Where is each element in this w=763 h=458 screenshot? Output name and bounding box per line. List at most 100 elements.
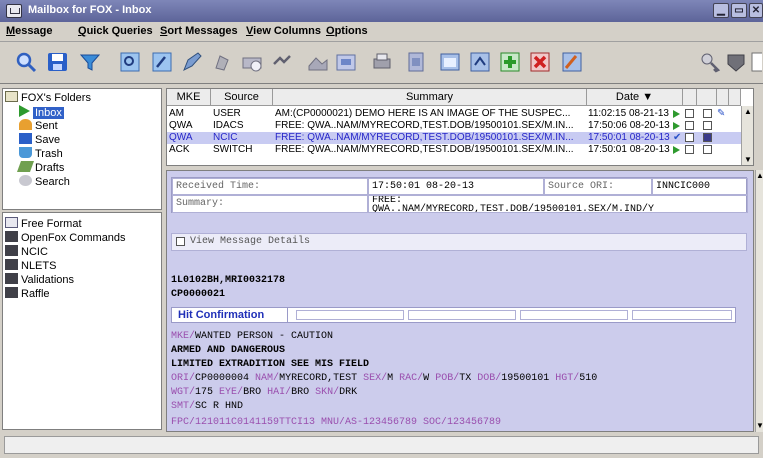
- field-value: BRO: [243, 387, 262, 398]
- key-icon[interactable]: [698, 50, 722, 74]
- print-icon[interactable]: [240, 50, 264, 74]
- row-checkbox[interactable]: [685, 109, 694, 118]
- row-checkbox[interactable]: [703, 145, 712, 154]
- hit-confirmation-button[interactable]: Hit Confirmation: [172, 308, 288, 322]
- folder-save[interactable]: Save: [19, 133, 60, 147]
- row-checkbox[interactable]: [685, 121, 694, 130]
- field-value: DRK: [339, 387, 358, 398]
- pen-icon[interactable]: [210, 50, 234, 74]
- received-value: 17:50:01 08-20-13: [368, 178, 544, 195]
- shield-icon[interactable]: [724, 50, 748, 74]
- table-row[interactable]: ACK SWITCH FREE: QWA..NAM/MYRECORD,TEST.…: [167, 144, 753, 156]
- field-tag: HAI/: [267, 387, 292, 398]
- view-icon[interactable]: [118, 50, 142, 74]
- cell-mke: QWA: [169, 120, 193, 131]
- menu-message[interactable]: Message: [6, 25, 52, 37]
- folder-sent[interactable]: Sent: [19, 119, 58, 133]
- folder-inbox[interactable]: Inbox: [19, 105, 64, 119]
- row-checkbox[interactable]: [685, 145, 694, 154]
- hit-field: [520, 310, 628, 320]
- search-icon[interactable]: [14, 50, 38, 74]
- status-arrow-icon: [673, 122, 680, 130]
- maximize-button[interactable]: ▭: [731, 3, 747, 18]
- column-extra-1[interactable]: [683, 89, 697, 106]
- tree-openfox-commands[interactable]: OpenFox Commands: [5, 231, 126, 245]
- tree-ncic[interactable]: NCIC: [5, 245, 48, 259]
- form-icon: [5, 217, 18, 228]
- detail-scrollbar[interactable]: ▲ ▼: [755, 170, 763, 432]
- summary-value: FREE: QWA..NAM/MYRECORD,TEST.DOB/1950010…: [368, 195, 748, 213]
- cell-mke: QWA: [169, 132, 193, 143]
- trash-icon: [19, 147, 32, 158]
- header-table: Received Time: 17:50:01 08-20-13 Source …: [171, 177, 748, 213]
- folder-icon[interactable]: [334, 50, 358, 74]
- close-button[interactable]: ✕: [749, 3, 763, 18]
- tree-raffle[interactable]: Raffle: [5, 287, 50, 301]
- save-icon[interactable]: [46, 50, 70, 74]
- menu-options[interactable]: Options: [326, 25, 368, 37]
- column-date[interactable]: Date ▼: [587, 89, 683, 106]
- scroll-down-arrow-icon[interactable]: ▼: [742, 154, 753, 165]
- column-extra-2[interactable]: [697, 89, 717, 106]
- view-message-details-toggle[interactable]: View Message Details: [171, 233, 747, 251]
- identity-line: ORI/CP0000004 NAM/MYRECORD,TEST SEX/M RA…: [171, 373, 597, 385]
- minimize-button[interactable]: ▁: [713, 3, 729, 18]
- hit-field: [632, 310, 732, 320]
- panel-icon[interactable]: [750, 50, 762, 74]
- folder-search[interactable]: Search: [19, 175, 70, 189]
- compose-icon[interactable]: [180, 50, 204, 74]
- menu-sort-messages[interactable]: Sort Messages: [160, 25, 238, 37]
- forward-icon[interactable]: [306, 50, 330, 74]
- inbox-arrow-icon: [19, 105, 30, 117]
- column-extra-4[interactable]: [729, 89, 741, 106]
- cell-source: NCIC: [213, 132, 238, 143]
- tree-free-format[interactable]: Free Format: [5, 217, 82, 231]
- truncated-line: FPC/121011C0141159TTCI13 MNU/AS-12345678…: [171, 417, 502, 425]
- row-checkbox[interactable]: [703, 109, 712, 118]
- description-line: WGT/175 EYE/BRO HAI/BRO SKN/DRK: [171, 387, 357, 399]
- tree-nlets[interactable]: NLETS: [5, 259, 56, 273]
- scroll-up-arrow-icon[interactable]: ▲: [756, 170, 763, 182]
- tree-validations[interactable]: Validations: [5, 273, 74, 287]
- notes-icon[interactable]: [468, 50, 492, 74]
- folder-icon: [5, 287, 18, 298]
- menu-quick-queries[interactable]: Quick Queries: [78, 25, 153, 37]
- column-extra-3[interactable]: [717, 89, 729, 106]
- filter-icon[interactable]: [78, 50, 102, 74]
- status-arrow-icon: [673, 146, 680, 154]
- delete-icon[interactable]: [528, 50, 552, 74]
- window-icon[interactable]: [438, 50, 462, 74]
- scroll-up-arrow-icon[interactable]: ▲: [742, 106, 753, 118]
- printer-icon[interactable]: [370, 50, 394, 74]
- folder-root[interactable]: FOX's Folders: [5, 91, 91, 105]
- table-row[interactable]: AM USER AM:(CP0000021) DEMO HERE IS AN I…: [167, 108, 753, 120]
- table-row[interactable]: QWA IDACS FREE: QWA..NAM/MYRECORD,TEST.D…: [167, 120, 753, 132]
- hit-field: [408, 310, 516, 320]
- add-icon[interactable]: [498, 50, 522, 74]
- edit-doc-icon[interactable]: [560, 50, 584, 74]
- cell-date: 17:50:06 08-20-13: [588, 120, 670, 131]
- row-checkbox[interactable]: [685, 133, 694, 142]
- row-checkbox[interactable]: [703, 133, 712, 142]
- row-checkbox[interactable]: [703, 121, 712, 130]
- document-icon[interactable]: [404, 50, 428, 74]
- mailbox-icon: [6, 4, 22, 18]
- cell-source: SWITCH: [213, 144, 253, 155]
- column-summary[interactable]: Summary: [273, 89, 587, 106]
- scroll-down-arrow-icon[interactable]: ▼: [756, 420, 763, 432]
- field-value: WANTED PERSON - CAUTION: [195, 331, 334, 342]
- column-mke[interactable]: MKE: [167, 89, 211, 106]
- menu-view-columns[interactable]: View Columns: [246, 25, 321, 37]
- window-title: Mailbox for FOX - Inbox: [28, 4, 152, 16]
- view-details-checkbox[interactable]: [176, 237, 185, 246]
- folder-icon: [5, 259, 18, 270]
- column-source[interactable]: Source: [211, 89, 273, 106]
- table-row-selected[interactable]: QWA NCIC FREE: QWA..NAM/MYRECORD,TEST.DO…: [167, 132, 753, 144]
- message-list-scrollbar[interactable]: ▲ ▼: [741, 106, 753, 165]
- folder-drafts[interactable]: Drafts: [16, 161, 64, 175]
- link-icon[interactable]: [270, 50, 294, 74]
- edit-icon[interactable]: [150, 50, 174, 74]
- folder-trash[interactable]: Trash: [19, 147, 63, 161]
- summary-label: Summary:: [172, 195, 368, 213]
- save-icon: [19, 133, 32, 144]
